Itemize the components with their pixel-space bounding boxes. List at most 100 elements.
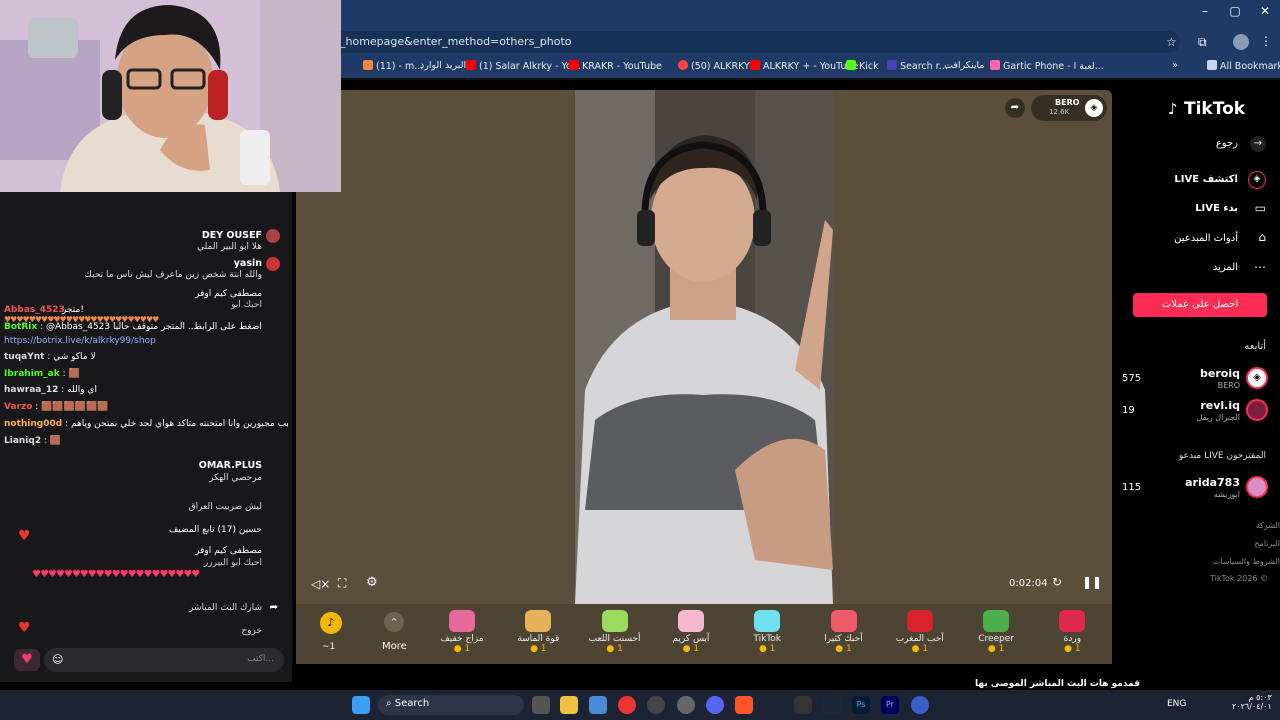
chat-user: tuqaYnt (4, 352, 45, 362)
pause-icon[interactable]: ❚❚ (1082, 575, 1102, 589)
extensions-icon[interactable]: ⧉ (1198, 35, 1207, 50)
more-link[interactable]: المزيد (1213, 262, 1238, 273)
get-coins-button[interactable]: احصل على عملات (1133, 293, 1267, 317)
obs-icon[interactable] (647, 696, 665, 714)
bookmark-item[interactable]: ماينكرافت (944, 60, 985, 71)
close-button[interactable]: ✕ (1250, 4, 1280, 24)
chat-input[interactable]: ☺ اكتب... (44, 648, 284, 672)
more-bookmarks-icon[interactable]: » (1172, 60, 1178, 71)
bookmark-item[interactable]: ALKRKY + - YouTube (750, 60, 858, 72)
gift-item[interactable]: وردة ● 1 (1042, 610, 1102, 654)
bookmark-item[interactable]: (50) ALKRKY (678, 60, 750, 72)
star-icon[interactable]: ☆ (1166, 35, 1177, 49)
taskbar-search[interactable]: ⌕ Search (378, 695, 524, 715)
chat-link[interactable]: https://botrix.live/k/alkrky99/shop (4, 336, 156, 346)
bookmark-item[interactable]: (1) Salar Alkrky - Yo... (466, 60, 581, 72)
mute-icon[interactable]: ◁× (311, 577, 330, 591)
app-icon[interactable] (911, 696, 929, 714)
suggested-name[interactable]: arida783 (1185, 476, 1240, 489)
chat-message: لا ماكو شي (53, 352, 96, 362)
more-label: More (382, 641, 407, 652)
maximize-button[interactable]: ▢ (1220, 4, 1250, 24)
chrome-icon[interactable] (618, 696, 636, 714)
bookmark-item[interactable]: البريد الوارد (420, 60, 466, 71)
bookmark-item[interactable]: Gartic Phone - لعبة ا... (990, 60, 1104, 72)
share-icon[interactable]: ➦ (1005, 98, 1025, 118)
more-gifts-button[interactable]: ^ More (364, 604, 424, 664)
explore-live-link[interactable]: LIVE اكتشف (1174, 174, 1238, 185)
all-bookmarks[interactable]: All Bookmarks (1207, 60, 1280, 72)
footer-link[interactable]: الشروط والسياسات (1213, 557, 1280, 566)
arrow-right-icon[interactable]: → (1250, 136, 1266, 152)
suggested-avatar[interactable] (1246, 476, 1268, 498)
live-video[interactable] (575, 90, 833, 604)
footer-link[interactable]: الشركة (1256, 521, 1280, 530)
menu-icon[interactable]: ⋮ (1260, 34, 1272, 48)
chat-message: الوييييب مجبورين وانا امتحنته متأكد هواي… (70, 419, 288, 429)
exit-label[interactable]: خروج (241, 626, 262, 636)
photoshop-icon[interactable]: Ps (852, 696, 870, 714)
more-icon[interactable]: ⋯ (1254, 260, 1266, 274)
task-view-icon[interactable] (532, 696, 550, 714)
settings-icon[interactable]: ⚙ (366, 575, 378, 590)
fullscreen-icon[interactable]: ⛶ (338, 576, 346, 591)
gift-item[interactable]: أحب المغرب ● 1 (890, 610, 950, 654)
gift-item[interactable]: آيس كريم ● 1 (661, 610, 721, 654)
chat-user: مصطفى كيم اوفر (195, 546, 262, 556)
following-avatar[interactable] (1246, 399, 1268, 421)
chat-row: hawraa_12 : اي والله (4, 385, 97, 395)
search-icon: ⌕ (386, 698, 392, 709)
gift-item[interactable]: قوة الماسة ● 1 (508, 610, 568, 654)
gift-item[interactable]: مزاج خفيف ● 1 (432, 610, 492, 654)
store-icon[interactable] (589, 696, 607, 714)
coin-count: ~1 (322, 642, 336, 652)
bookmark-item[interactable]: Kick (846, 60, 879, 72)
brave-icon[interactable] (735, 696, 753, 714)
discord-icon[interactable] (706, 696, 724, 714)
bookmark-item[interactable]: (11) - m... (363, 60, 423, 72)
emoji-icon[interactable]: ☺ (52, 653, 63, 666)
share-icon[interactable]: ➦ (270, 602, 278, 613)
gift-item[interactable]: TikTok ● 1 (737, 610, 797, 654)
language-indicator[interactable]: ENG (1167, 699, 1186, 709)
hearts-row: ♥♥♥♥♥♥♥♥♥♥♥♥♥♥♥♥♥♥♥♥♥ (32, 569, 200, 580)
start-icon[interactable] (352, 696, 370, 714)
gift-item[interactable]: أحبك كثيرا ● 1 (814, 610, 874, 654)
creator-tools-link[interactable]: أدوات المبدعين (1174, 233, 1238, 244)
following-name[interactable]: revl.iq (1200, 399, 1240, 412)
streamer-badge[interactable]: BERO 12.6K ◈ (1031, 95, 1107, 121)
chat-message: احبك ابو البيررر (203, 558, 262, 568)
suggested-count: 115 (1122, 482, 1142, 493)
following-avatar[interactable]: ◈ (1246, 367, 1268, 389)
chevron-up-icon: ^ (384, 612, 404, 632)
settings-icon[interactable] (677, 696, 695, 714)
clock[interactable]: ٥:٠٣ م ٢٠٢٦/٠٤/٠١ (1232, 693, 1272, 711)
profile-avatar[interactable] (1233, 34, 1249, 50)
tiktok-logo-icon: ♪ (1168, 100, 1178, 118)
back-link[interactable]: رجوع (1216, 138, 1238, 149)
file-explorer-icon[interactable] (560, 696, 578, 714)
heart-icon: ♥ (18, 620, 31, 636)
go-live-link[interactable]: LIVE بدء (1195, 203, 1238, 214)
following-name[interactable]: beroiq (1200, 367, 1240, 380)
bookmark-item[interactable]: KRAKR - YouTube (569, 60, 662, 72)
refresh-icon[interactable]: ↻ (1052, 575, 1062, 589)
chat-user: مصطفى كيم اوفر (195, 289, 262, 299)
chat-message: تابع المضيف (168, 525, 215, 535)
gift-bar: ♪ ~1 ^ More مزاج خفيف ● 1 قوة الماسة ● 1 أحس… (296, 604, 1112, 664)
like-button[interactable]: ♥ (14, 649, 40, 671)
gift-item[interactable]: Creeper ● 1 (966, 610, 1026, 654)
share-live-label[interactable]: شارك البث المباشر (189, 603, 262, 613)
gift-item[interactable]: أحسنت اللعب ● 1 (585, 610, 645, 654)
premiere-icon[interactable]: Pr (881, 696, 899, 714)
steam-icon[interactable] (823, 696, 841, 714)
tiktok-logo[interactable]: TikTok (1184, 99, 1245, 119)
coin-icon[interactable]: ♪ (320, 612, 342, 634)
minimize-button[interactable]: – (1190, 4, 1220, 24)
bookmark-item[interactable]: Search r... (887, 60, 948, 72)
gift-price: ● 1 (911, 644, 929, 654)
capcut-icon[interactable] (794, 696, 812, 714)
address-bar[interactable]: _homepage&enter_method=others_photo (330, 31, 1180, 53)
footer-link[interactable]: البرنامج (1254, 539, 1280, 548)
following-sub: BERO (1217, 381, 1240, 390)
